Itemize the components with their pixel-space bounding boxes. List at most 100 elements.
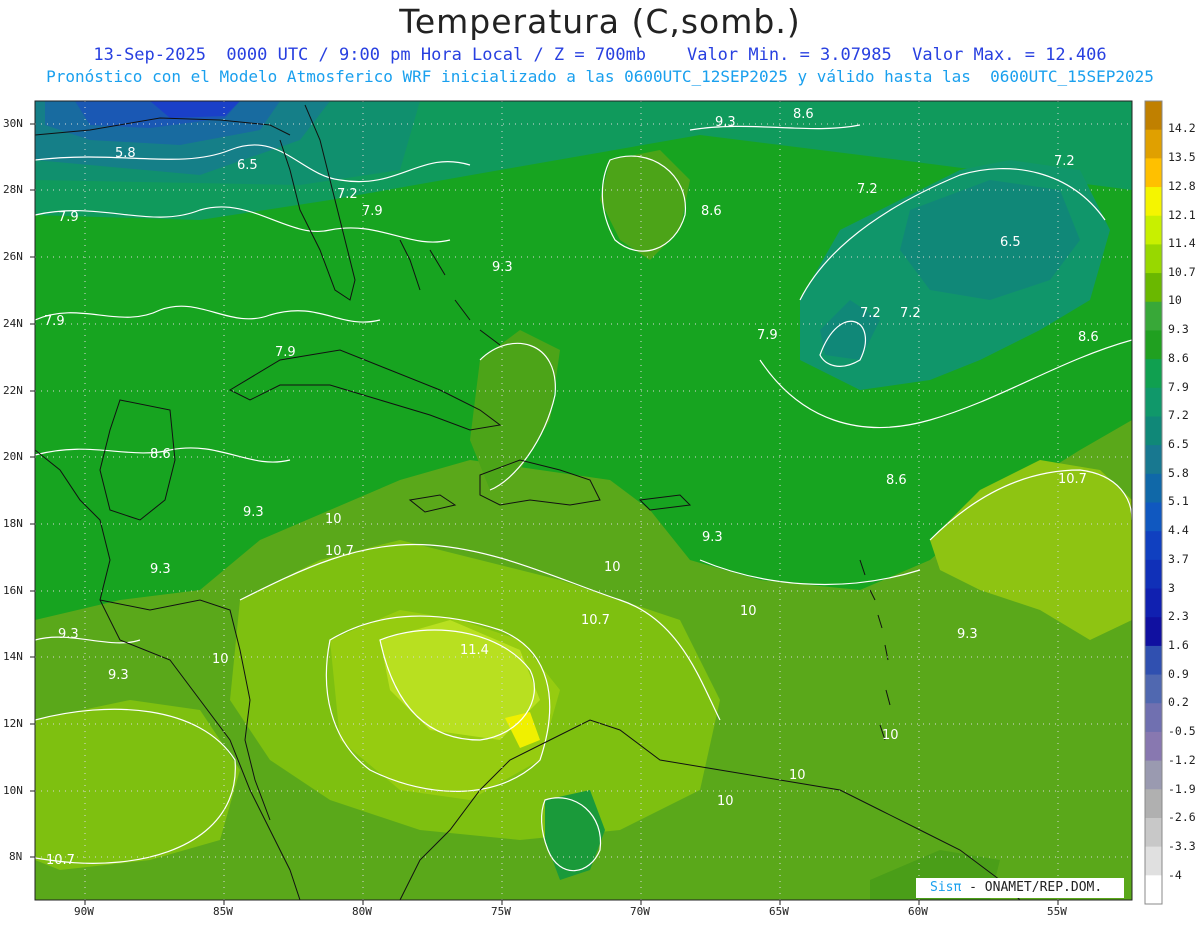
colorbar-swatch <box>1145 129 1162 159</box>
colorbar-label: 12.1 <box>1168 208 1196 222</box>
colorbar-label: 4.4 <box>1168 523 1189 537</box>
lat-label-20n: 20N <box>3 450 23 463</box>
lat-label-14n: 14N <box>3 650 23 663</box>
colorbar-label: 8.6 <box>1168 351 1189 365</box>
data-credit: Sisπ - ONAMET/REP.DOM. <box>916 878 1124 898</box>
lon-label-80w: 80W <box>352 905 372 918</box>
contour-label: 6.5 <box>237 158 258 173</box>
lat-label-24n: 24N <box>3 317 23 330</box>
colorbar-swatch <box>1145 330 1162 360</box>
contour-label: 7.9 <box>44 314 65 329</box>
lat-label-22n: 22N <box>3 384 23 397</box>
lon-label-85w: 85W <box>213 905 233 918</box>
colorbar-label: 7.9 <box>1168 380 1189 394</box>
contour-label: 8.6 <box>150 447 171 462</box>
contour-label: 8.6 <box>793 107 814 122</box>
lon-label-55w: 55W <box>1047 905 1067 918</box>
colorbar-label: 10.7 <box>1168 265 1196 279</box>
temperature-field <box>35 101 1132 900</box>
lon-label-60w: 60W <box>908 905 928 918</box>
contour-label: 10 <box>325 512 342 527</box>
lon-label-90w: 90W <box>74 905 94 918</box>
colorbar-label: 0.9 <box>1168 667 1189 681</box>
colorbar-label: 9.3 <box>1168 322 1189 336</box>
contour-label: 9.3 <box>108 668 129 683</box>
contour-label: 9.3 <box>492 260 513 275</box>
colorbar-swatch <box>1145 215 1162 245</box>
lat-label-16n: 16N <box>3 584 23 597</box>
colorbar-swatch <box>1145 645 1162 676</box>
colorbar-swatch <box>1145 617 1162 647</box>
colorbar-label: -4 <box>1168 868 1182 882</box>
lon-label-65w: 65W <box>769 905 789 918</box>
contour-label: 9.3 <box>702 530 723 545</box>
lon-label-70w: 70W <box>630 905 650 918</box>
colorbar-swatch <box>1145 559 1162 590</box>
colorbar-swatch <box>1145 416 1162 446</box>
colorbar-label: 3 <box>1168 581 1175 595</box>
colorbar-swatch <box>1145 387 1162 417</box>
colorbar-swatch <box>1145 473 1162 503</box>
colorbar-swatch <box>1145 273 1162 303</box>
contour-label: 10 <box>604 560 621 575</box>
colorbar-label: 7.2 <box>1168 408 1189 422</box>
lat-label-10n: 10N <box>3 784 23 797</box>
colorbar-label: 10 <box>1168 293 1182 307</box>
colorbar-label: -1.9 <box>1168 782 1196 796</box>
colorbar-label: -2.6 <box>1168 810 1196 824</box>
colorbar-swatch <box>1145 187 1162 217</box>
colorbar-label: 13.5 <box>1168 150 1196 164</box>
colorbar-label: -1.2 <box>1168 753 1196 767</box>
colorbar-label: 2.3 <box>1168 609 1189 623</box>
colorbar-swatch <box>1145 817 1162 848</box>
contour-label: 7.2 <box>900 306 921 321</box>
lat-label-28n: 28N <box>3 183 23 196</box>
contour-label: 8.6 <box>701 204 722 219</box>
colorbar-swatch <box>1145 301 1162 331</box>
contour-label: 5.8 <box>115 146 136 161</box>
contour-label: 10.7 <box>46 853 75 868</box>
lat-label-30n: 30N <box>3 117 23 130</box>
colorbar-swatch <box>1145 531 1162 561</box>
contour-label: 9.3 <box>243 505 264 520</box>
organization-text: - ONAMET/REP.DOM. <box>969 880 1103 895</box>
contour-label: 7.2 <box>337 187 358 202</box>
colorbar-swatch <box>1145 359 1162 389</box>
lat-label-18n: 18N <box>3 517 23 530</box>
colorbar-swatch <box>1145 875 1162 905</box>
contour-label: 9.3 <box>715 115 736 130</box>
contour-label: 8.6 <box>886 473 907 488</box>
colorbar-label: 14.2 <box>1168 121 1196 135</box>
contour-label: 7.9 <box>275 345 296 360</box>
colorbar-label: 1.6 <box>1168 638 1189 652</box>
contour-label: 7.9 <box>58 210 79 225</box>
contour-label: 7.9 <box>757 328 778 343</box>
contour-label: 7.9 <box>362 204 383 219</box>
colorbar-label: 5.8 <box>1168 466 1189 480</box>
contour-label: 10 <box>789 768 806 783</box>
colorbar-label: 11.4 <box>1168 236 1196 250</box>
colorbar <box>1144 100 1163 905</box>
contour-label: 10.7 <box>1058 472 1087 487</box>
colorbar-label: -0.5 <box>1168 724 1196 738</box>
colorbar-swatch <box>1145 731 1162 762</box>
colorbar-swatch <box>1145 445 1162 475</box>
colorbar-swatch <box>1145 588 1162 618</box>
contour-label: 7.2 <box>1054 154 1075 169</box>
contour-label: 10 <box>212 652 229 667</box>
contour-label: 6.5 <box>1000 235 1021 250</box>
colorbar-swatch <box>1145 502 1162 532</box>
colorbar-label: 3.7 <box>1168 552 1189 566</box>
lat-label-26n: 26N <box>3 250 23 263</box>
colorbar-swatch <box>1145 158 1162 188</box>
contour-label: 10 <box>882 728 899 743</box>
colorbar-label: 0.2 <box>1168 695 1189 709</box>
temperature-map <box>30 100 1163 905</box>
lat-label-12n: 12N <box>3 717 23 730</box>
colorbar-label: 6.5 <box>1168 437 1189 451</box>
lon-label-75w: 75W <box>491 905 511 918</box>
colorbar-label: 12.8 <box>1168 179 1196 193</box>
colorbar-swatch <box>1145 674 1162 704</box>
contour-label: 10.7 <box>581 613 610 628</box>
contour-label: 7.2 <box>857 182 878 197</box>
